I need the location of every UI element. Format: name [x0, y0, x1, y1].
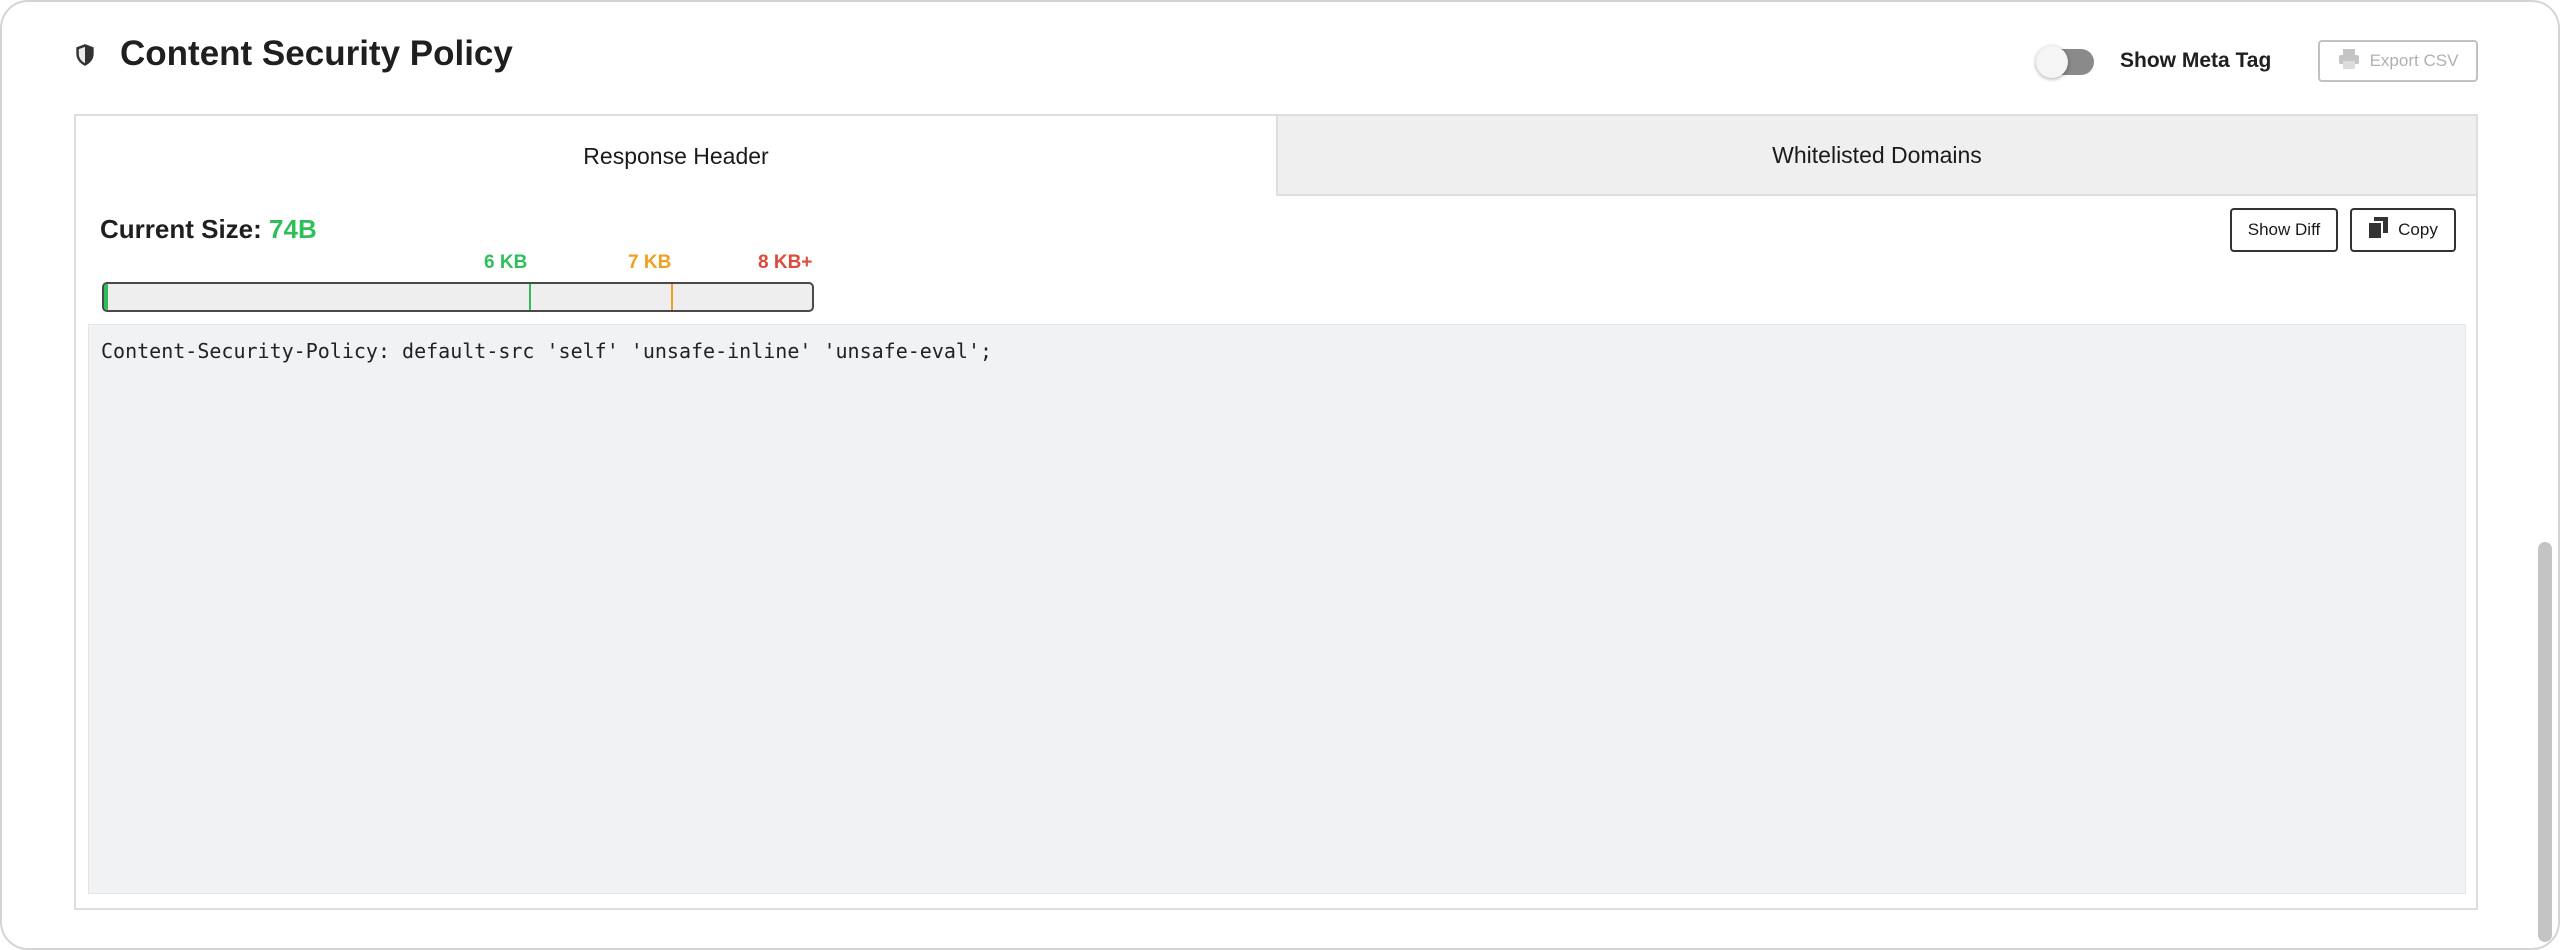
current-size: Current Size: 74B	[100, 214, 317, 245]
copy-label: Copy	[2398, 220, 2438, 239]
scrollbar-thumb[interactable]	[2538, 542, 2552, 942]
size-marker-6kb: 6 KB	[484, 252, 528, 273]
size-marker-8kb: 8 KB+	[758, 252, 813, 273]
tab-response-header[interactable]: Response Header	[76, 116, 1276, 196]
export-csv-label: Export CSV	[2369, 51, 2459, 70]
show-meta-tag-toggle[interactable]	[2036, 46, 2094, 78]
copy-icon	[2367, 216, 2389, 244]
size-marker-7kb: 7 KB	[628, 252, 672, 273]
current-size-label: Current Size:	[100, 214, 262, 244]
tab-bar: Response Header Whitelisted Domains	[76, 116, 2476, 196]
toggle-knob[interactable]	[2036, 46, 2068, 78]
copy-button[interactable]: Copy	[2350, 208, 2456, 252]
page-title: Content Security Policy	[120, 34, 513, 73]
csp-panel: Response Header Whitelisted Domains Curr…	[74, 114, 2478, 910]
size-progress-bar	[102, 282, 814, 312]
current-size-value: 74B	[269, 214, 317, 244]
show-meta-tag-label: Show Meta Tag	[2120, 49, 2272, 72]
size-threshold-7kb	[671, 284, 673, 310]
printer-icon	[2338, 48, 2360, 74]
size-threshold-6kb	[529, 284, 531, 310]
app-window: Content Security Policy Show Meta Tag Ex…	[0, 0, 2560, 950]
policy-code-block[interactable]: Content-Security-Policy: default-src 'se…	[88, 324, 2466, 894]
size-progress-fill	[104, 284, 108, 310]
shield-icon	[72, 42, 98, 68]
show-diff-button[interactable]: Show Diff	[2230, 208, 2338, 252]
export-csv-button[interactable]: Export CSV	[2318, 40, 2478, 82]
tab-whitelisted-domains[interactable]: Whitelisted Domains	[1276, 116, 2476, 196]
